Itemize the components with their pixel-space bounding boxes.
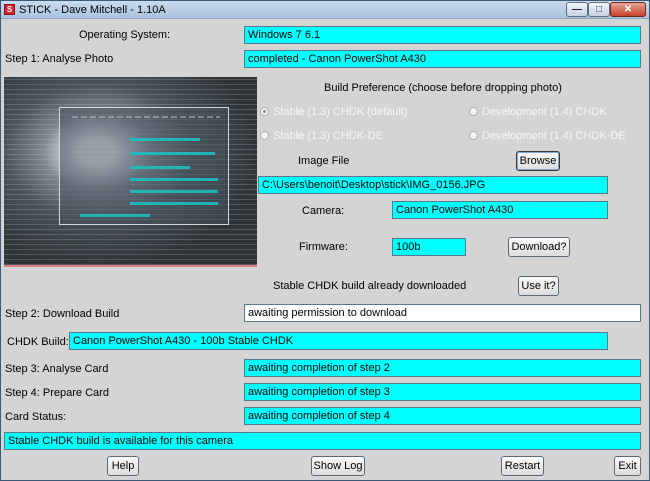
- radio-icon: [469, 131, 478, 140]
- exit-button[interactable]: Exit: [614, 456, 641, 476]
- radio-icon: [469, 107, 478, 116]
- window-title: STICK - Dave Mitchell - 1.10A: [19, 4, 166, 16]
- help-button[interactable]: Help: [107, 456, 139, 476]
- image-file-label: Image File: [298, 155, 350, 167]
- image-file-field: C:\Users\benoit\Desktop\stick\IMG_0156.J…: [258, 176, 608, 194]
- photo-screen: [59, 107, 229, 225]
- restart-button[interactable]: Restart: [501, 456, 544, 476]
- show-log-button[interactable]: Show Log: [311, 456, 365, 476]
- photo-bar: [130, 138, 200, 141]
- chdk-build-label: CHDK Build:: [7, 336, 69, 348]
- card-status-field: awaiting completion of step 4: [244, 407, 641, 425]
- build-preference-heading: Build Preference (choose before dropping…: [324, 82, 562, 94]
- radio-label: Development (1.4) CHDK-DE: [482, 130, 626, 142]
- radio-label: Development (1.4) CHDK: [482, 106, 607, 118]
- photo-preview[interactable]: [4, 77, 257, 267]
- use-it-button[interactable]: Use it?: [518, 276, 559, 296]
- step4-field: awaiting completion of step 3: [244, 383, 641, 401]
- downloaded-label: Stable CHDK build already downloaded: [273, 280, 467, 292]
- photo-bar: [130, 190, 218, 193]
- download-button[interactable]: Download?: [508, 237, 570, 257]
- os-field: Windows 7 6.1: [244, 26, 641, 44]
- firmware-field: 100b: [392, 238, 466, 256]
- title-bar[interactable]: S STICK - Dave Mitchell - 1.10A — □ ✕: [1, 1, 649, 19]
- step3-label: Step 3: Analyse Card: [5, 363, 109, 375]
- radio-stable-chdk-de[interactable]: Stable (1.3) CHDK-DE: [260, 130, 383, 142]
- chdk-build-field: Canon PowerShot A430 - 100b Stable CHDK: [69, 332, 608, 350]
- step1-label: Step 1: Analyse Photo: [5, 53, 114, 65]
- step2-label: Step 2: Download Build: [5, 308, 120, 320]
- radio-development-chdk[interactable]: Development (1.4) CHDK: [469, 106, 607, 118]
- status-bar: Stable CHDK build is available for this …: [4, 432, 641, 450]
- firmware-label: Firmware:: [299, 241, 348, 253]
- radio-development-chdk-de[interactable]: Development (1.4) CHDK-DE: [469, 130, 626, 142]
- stick-window: S STICK - Dave Mitchell - 1.10A — □ ✕ Op…: [0, 0, 650, 481]
- radio-stable-chdk[interactable]: Stable (1.3) CHDK (default): [260, 106, 408, 118]
- step1-field: completed - Canon PowerShot A430: [244, 50, 641, 68]
- os-label: Operating System:: [79, 29, 171, 41]
- radio-selected-icon: [260, 107, 269, 116]
- photo-bar: [130, 152, 215, 155]
- photo-bar: [130, 202, 218, 205]
- close-button[interactable]: ✕: [610, 2, 646, 17]
- step3-field: awaiting completion of step 2: [244, 359, 641, 377]
- minimize-button[interactable]: —: [566, 2, 588, 17]
- radio-icon: [260, 131, 269, 140]
- step2-field: awaiting permission to download: [244, 304, 641, 322]
- photo-bar: [80, 214, 150, 217]
- photo-bar: [130, 178, 218, 181]
- photo-text-row: [72, 116, 220, 118]
- app-icon: S: [4, 4, 15, 15]
- camera-label: Camera:: [302, 205, 345, 217]
- browse-button[interactable]: Browse: [516, 151, 560, 171]
- camera-field: Canon PowerShot A430: [392, 201, 608, 219]
- step4-label: Step 4: Prepare Card: [5, 387, 109, 399]
- maximize-button[interactable]: □: [588, 2, 610, 17]
- photo-bar: [130, 166, 190, 169]
- radio-label: Stable (1.3) CHDK-DE: [273, 130, 384, 142]
- card-status-label: Card Status:: [5, 411, 67, 423]
- radio-label: Stable (1.3) CHDK (default): [273, 106, 408, 118]
